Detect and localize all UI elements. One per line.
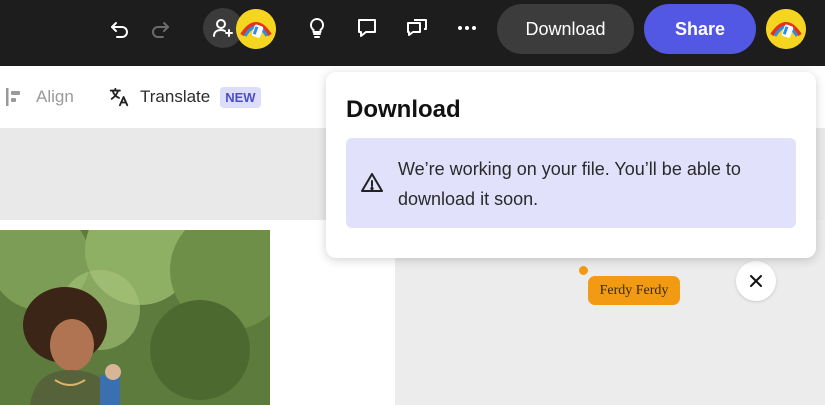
- share-button[interactable]: Share: [644, 4, 756, 54]
- comment-button[interactable]: [352, 13, 382, 43]
- close-icon: [750, 275, 762, 287]
- undo-icon: [111, 22, 128, 38]
- more-button[interactable]: [452, 13, 482, 43]
- user-avatar[interactable]: [766, 9, 806, 49]
- ideas-button[interactable]: [302, 13, 332, 43]
- more-icon: [458, 26, 476, 30]
- popover-title: Download: [346, 96, 461, 123]
- avatar-image: [766, 9, 806, 49]
- photo-image[interactable]: [0, 230, 270, 405]
- align-left-icon: [6, 88, 20, 106]
- warning-icon: [361, 173, 383, 192]
- translate-label: Translate: [140, 87, 211, 106]
- chat-button[interactable]: [402, 13, 432, 43]
- translate-button[interactable]: Translate NEW: [108, 84, 261, 110]
- translate-icon: [109, 87, 129, 107]
- share-button-label: Share: [674, 18, 726, 39]
- align-label: Align: [36, 87, 74, 106]
- close-button[interactable]: [736, 261, 776, 301]
- align-button[interactable]: Align: [4, 84, 74, 110]
- download-button[interactable]: Download: [497, 4, 634, 54]
- status-alert: We’re working on your file. You’ll be ab…: [346, 138, 796, 228]
- undo-button[interactable]: [104, 13, 134, 43]
- name-tag-label: Ferdy Ferdy: [599, 282, 669, 298]
- collaborator-avatar[interactable]: [236, 9, 276, 49]
- chat-icon: [407, 19, 427, 36]
- invite-icon: [213, 19, 233, 37]
- name-tag[interactable]: Ferdy Ferdy: [588, 276, 680, 305]
- new-badge: NEW: [220, 86, 261, 108]
- photo-illustration: [0, 230, 270, 405]
- redo-button[interactable]: [146, 13, 176, 43]
- lightbulb-icon: [309, 17, 325, 38]
- tag-anchor-dot: [579, 266, 588, 275]
- comment-icon: [358, 19, 376, 37]
- redo-icon: [152, 22, 169, 38]
- top-bar: Download Share: [0, 0, 825, 66]
- download-popover: Download We’re working on your file. You…: [326, 72, 816, 258]
- avatar-image: [236, 9, 276, 49]
- download-button-label: Download: [525, 18, 606, 39]
- alert-message: We’re working on your file. You’ll be ab…: [398, 159, 741, 209]
